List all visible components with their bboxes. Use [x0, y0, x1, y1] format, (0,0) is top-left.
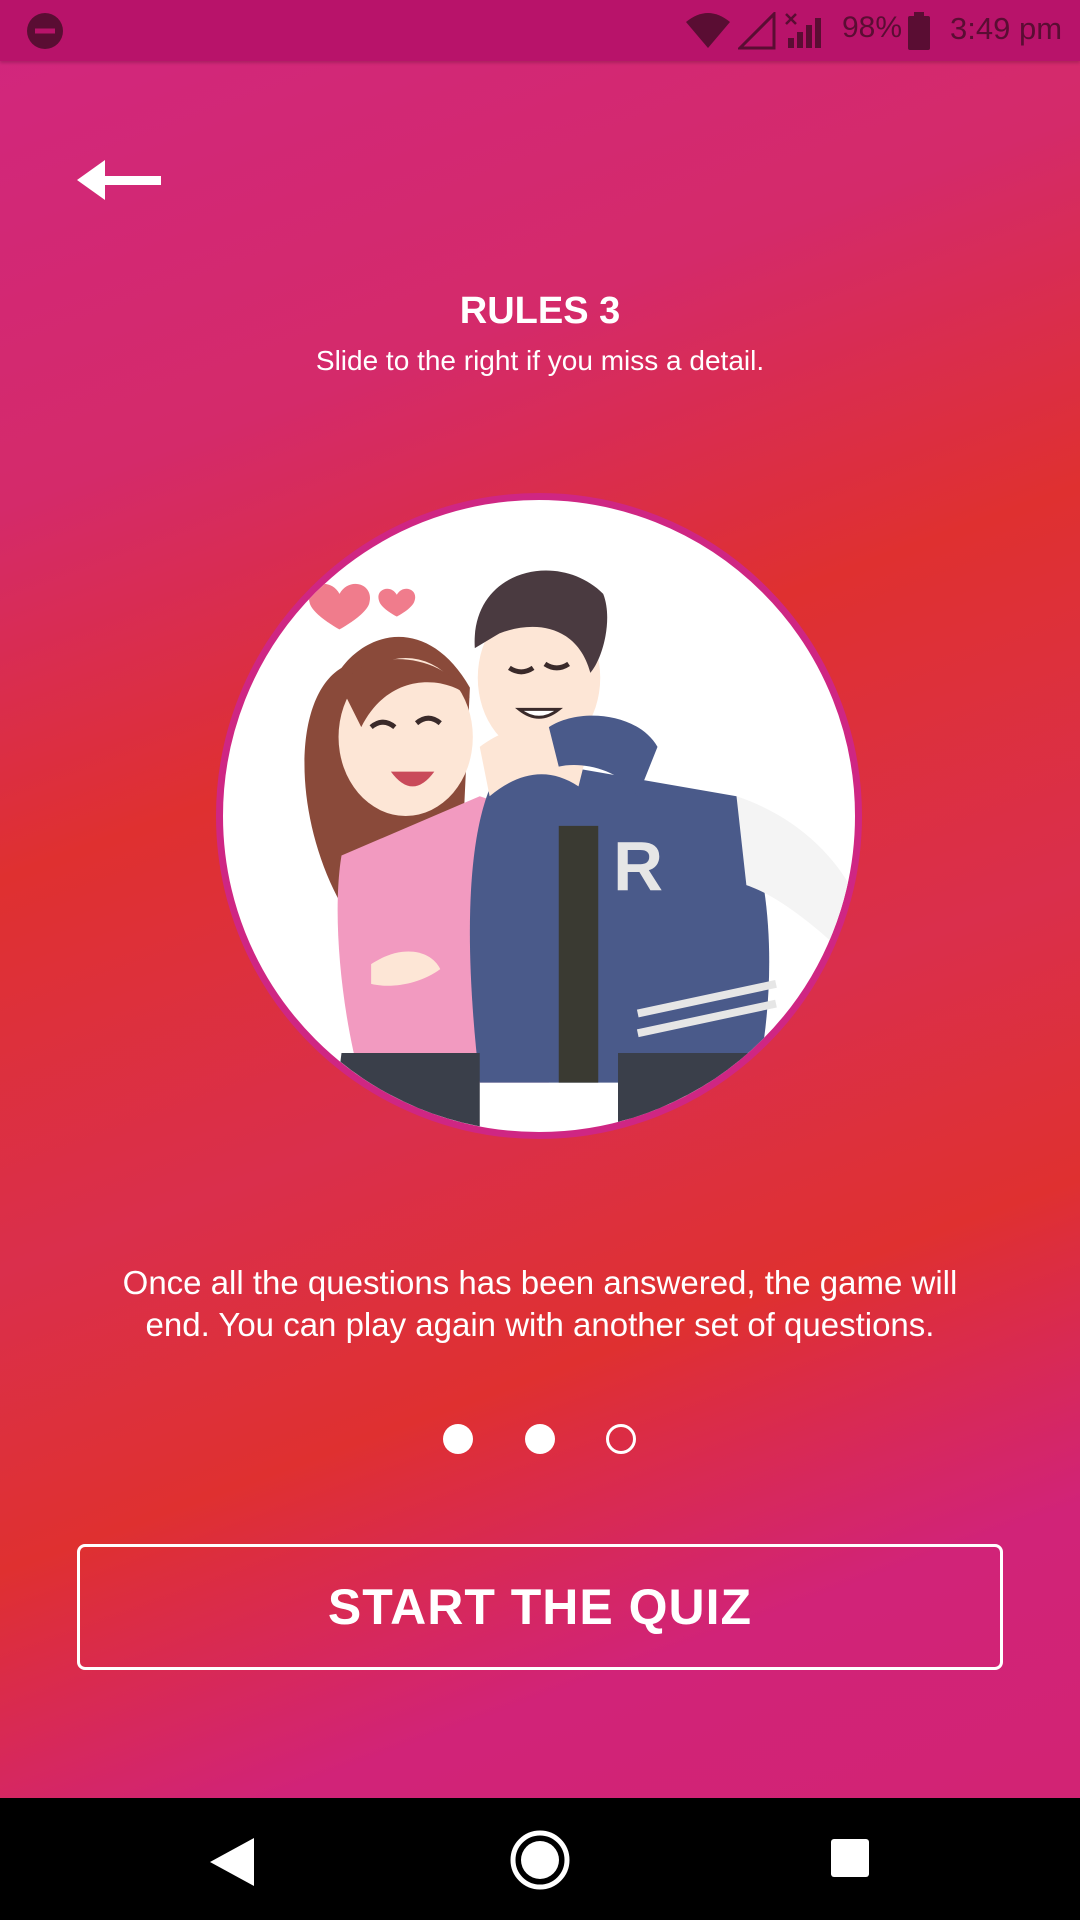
battery-percent: 98%	[842, 11, 903, 44]
couple-hug-image: R	[304, 570, 855, 1132]
page-dot-1[interactable]	[443, 1424, 473, 1454]
wifi-icon	[686, 13, 730, 48]
couple-illustration: R	[216, 493, 862, 1139]
start-quiz-button[interactable]: START THE QUIZ	[77, 1544, 1003, 1670]
nav-home-icon[interactable]	[510, 1830, 570, 1890]
status-bar: 98% 3:49 pm	[0, 0, 1080, 61]
signal-icon	[738, 12, 776, 50]
page-dot-2[interactable]	[525, 1424, 555, 1454]
status-clock: 3:49 pm	[950, 11, 1063, 46]
page-dot-3-active[interactable]	[606, 1424, 636, 1454]
nav-back-icon[interactable]	[208, 1836, 256, 1888]
svg-text:R: R	[613, 827, 663, 905]
navigation-bar	[0, 1798, 1080, 1920]
no-signal-icon	[785, 13, 821, 48]
nav-recents-icon[interactable]	[830, 1838, 870, 1878]
rules-description: Once all the questions has been answered…	[122, 1264, 958, 1343]
back-arrow-icon[interactable]	[75, 150, 165, 210]
battery-icon	[908, 12, 930, 50]
page-indicator	[0, 1424, 1080, 1458]
rules-title: RULES 3	[459, 290, 621, 332]
rules-subtitle: Slide to the right if you miss a detail.	[315, 345, 765, 376]
do-not-disturb-icon	[27, 13, 63, 49]
